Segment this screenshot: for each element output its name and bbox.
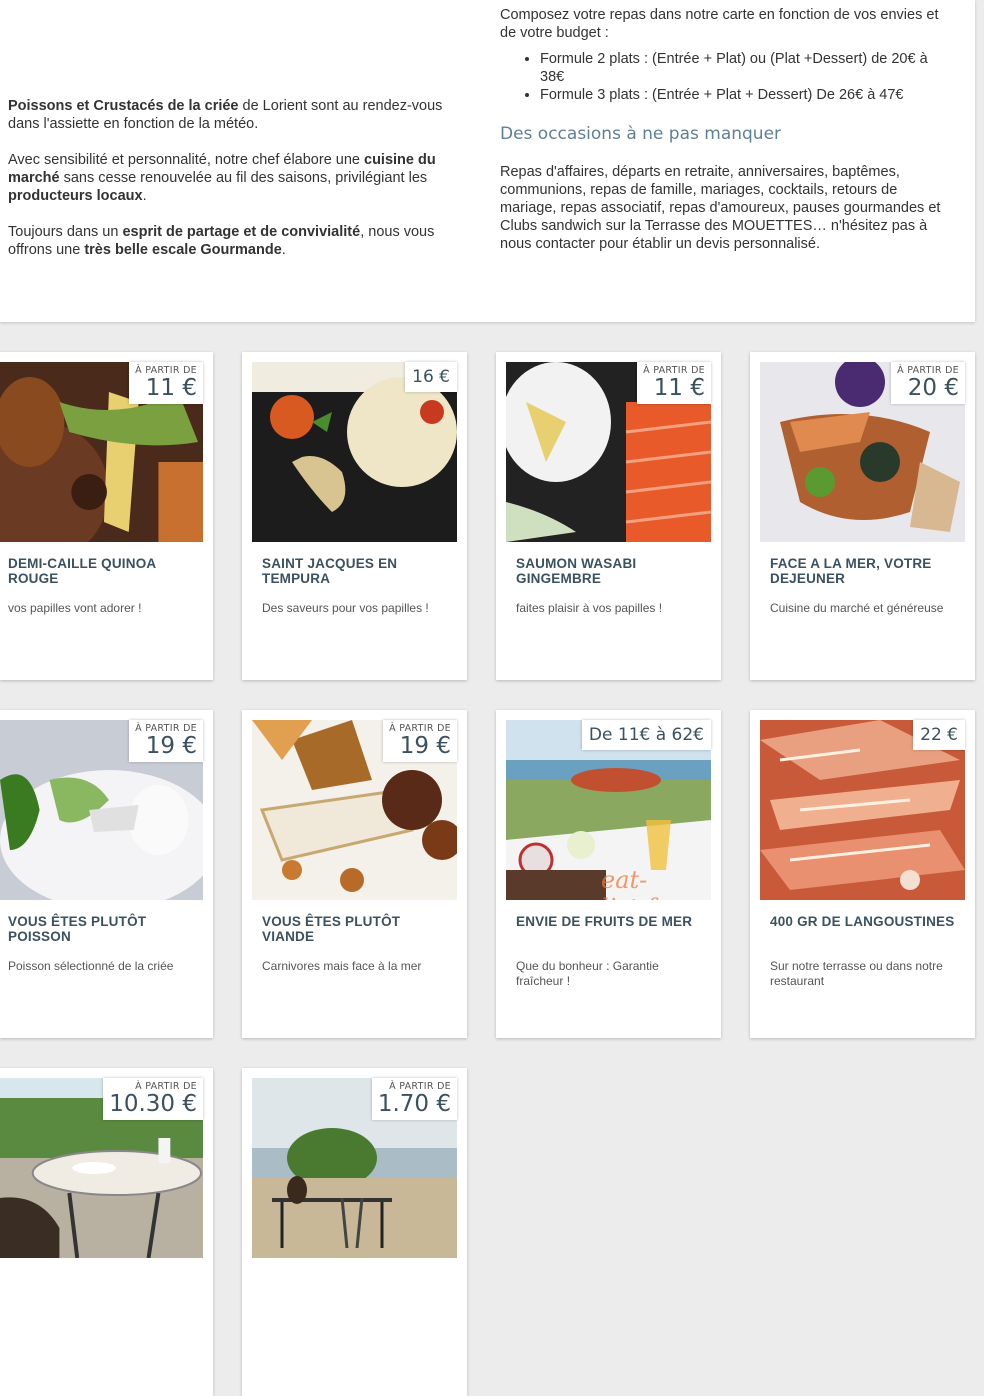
card-title[interactable]: DEMI-CAILLE QUINOA ROUGE xyxy=(8,556,201,586)
intro-section: Poissons et Crustacés de la criée de Lor… xyxy=(0,0,975,322)
price-value: 22 € xyxy=(920,725,958,745)
price-badge: 16 € xyxy=(405,362,457,392)
card-description: Carnivores mais face à la mer xyxy=(262,959,422,973)
card-title[interactable]: FACE A LA MER, VOTRE DEJEUNER xyxy=(770,556,963,586)
formules-list: Formule 2 plats : (Entrée + Plat) ou (Pl… xyxy=(500,50,955,104)
card-description: vos papilles vont adorer ! xyxy=(8,601,142,615)
card-title[interactable]: SAINT JACQUES EN TEMPURA xyxy=(262,556,455,586)
price-badge: 22 € xyxy=(913,720,965,750)
text: sans cesse renouvelée au fil des saisons… xyxy=(59,170,428,186)
intro-paragraph-3: Toujours dans un esprit de partage et de… xyxy=(8,223,448,259)
intro-right-column: Composez votre repas dans notre carte en… xyxy=(500,6,955,253)
card-description: Des saveurs pour vos papilles ! xyxy=(262,601,429,615)
text: . xyxy=(281,242,286,258)
card-title[interactable]: 400 GR DE LANGOUSTINES xyxy=(770,914,963,929)
card-title[interactable]: VOUS ÊTES PLUTÔT VIANDE xyxy=(262,914,455,944)
menu-card[interactable]: À PARTIR DE 1.70 € xyxy=(242,1068,467,1396)
price-badge: De 11€ à 62€ xyxy=(581,720,711,750)
menu-card[interactable]: 16 € SAINT JACQUES EN TEMPURA Des saveur… xyxy=(242,352,467,680)
text: Toujours dans un xyxy=(8,224,123,240)
menu-card[interactable]: À PARTIR DE 19 € VOUS ÊTES PLUTÔT POISSO… xyxy=(0,710,213,1038)
price-value: 19 € xyxy=(145,733,197,759)
watermark-logo: eat-list.fr xyxy=(601,866,666,900)
menu-card[interactable]: À PARTIR DE 10.30 € xyxy=(0,1068,213,1396)
card-description: Que du bonheur : Garantie fraîcheur ! xyxy=(516,959,659,988)
text: Avec sensibilité et personnalité, notre … xyxy=(8,152,365,168)
price-value: 19 € xyxy=(399,733,451,759)
price-badge: À PARTIR DE 11 € xyxy=(637,362,711,404)
price-value: 11 € xyxy=(145,375,197,401)
menu-card[interactable]: 22 € 400 GR DE LANGOUSTINES Sur notre te… xyxy=(750,710,975,1038)
intro-paragraph-2: Avec sensibilité et personnalité, notre … xyxy=(8,151,448,205)
price-badge: À PARTIR DE 11 € xyxy=(129,362,203,404)
price-value: 20 € xyxy=(907,375,959,401)
formule-item: Formule 3 plats : (Entrée + Plat + Desse… xyxy=(540,86,955,104)
bold-text: très belle escale Gourmande xyxy=(84,242,282,258)
price-badge: À PARTIR DE 20 € xyxy=(891,362,965,404)
menu-card[interactable]: À PARTIR DE 11 € DEMI-CAILLE QUINOA ROUG… xyxy=(0,352,213,680)
bold-text: esprit de partage et de convivialité xyxy=(122,224,361,240)
card-description: faites plaisir à vos papilles ! xyxy=(516,601,663,615)
card-description: Cuisine du marché et généreuse xyxy=(770,601,944,615)
card-description: Sur notre terrasse ou dans notre restaur… xyxy=(770,959,943,988)
price-value: 16 € xyxy=(412,367,450,387)
price-badge: À PARTIR DE 1.70 € xyxy=(371,1078,457,1120)
menu-card[interactable]: À PARTIR DE 20 € FACE A LA MER, VOTRE DE… xyxy=(750,352,975,680)
occasions-heading: Des occasions à ne pas manquer xyxy=(500,124,782,144)
price-badge: À PARTIR DE 10.30 € xyxy=(103,1078,203,1120)
menu-card[interactable]: À PARTIR DE 11 € SAUMON WASABI GINGEMBRE… xyxy=(496,352,721,680)
intro-left-column: Poissons et Crustacés de la criée de Lor… xyxy=(8,97,448,277)
price-value: De 11€ à 62€ xyxy=(588,725,704,745)
price-value: 1.70 € xyxy=(377,1091,451,1117)
card-title[interactable]: ENVIE DE FRUITS DE MER xyxy=(516,914,709,929)
text: . xyxy=(142,188,147,204)
occasions-text: Repas d'affaires, départs en retraite, a… xyxy=(500,164,941,252)
formules-lead: Composez votre repas dans notre carte en… xyxy=(500,7,939,41)
menu-grid: À PARTIR DE 11 € DEMI-CAILLE QUINOA ROUG… xyxy=(0,352,984,1396)
price-badge: À PARTIR DE 19 € xyxy=(129,720,203,762)
card-title[interactable]: VOUS ÊTES PLUTÔT POISSON xyxy=(8,914,201,944)
price-value: 10.30 € xyxy=(109,1091,197,1117)
card-title[interactable]: SAUMON WASABI GINGEMBRE xyxy=(516,556,709,586)
formule-item: Formule 2 plats : (Entrée + Plat) ou (Pl… xyxy=(540,50,955,86)
menu-card[interactable]: À PARTIR DE 19 € VOUS ÊTES PLUTÔT VIANDE… xyxy=(242,710,467,1038)
price-badge: À PARTIR DE 19 € xyxy=(383,720,457,762)
price-value: 11 € xyxy=(653,375,705,401)
intro-paragraph-1: Poissons et Crustacés de la criée de Lor… xyxy=(8,97,448,133)
menu-card[interactable]: eat-list.fr De 11€ à 62€ ENVIE DE FRUITS… xyxy=(496,710,721,1038)
bold-text: Poissons et Crustacés de la criée xyxy=(8,98,239,114)
bold-text: producteurs locaux xyxy=(8,188,143,204)
card-description: Poisson sélectionné de la criée xyxy=(8,959,174,973)
